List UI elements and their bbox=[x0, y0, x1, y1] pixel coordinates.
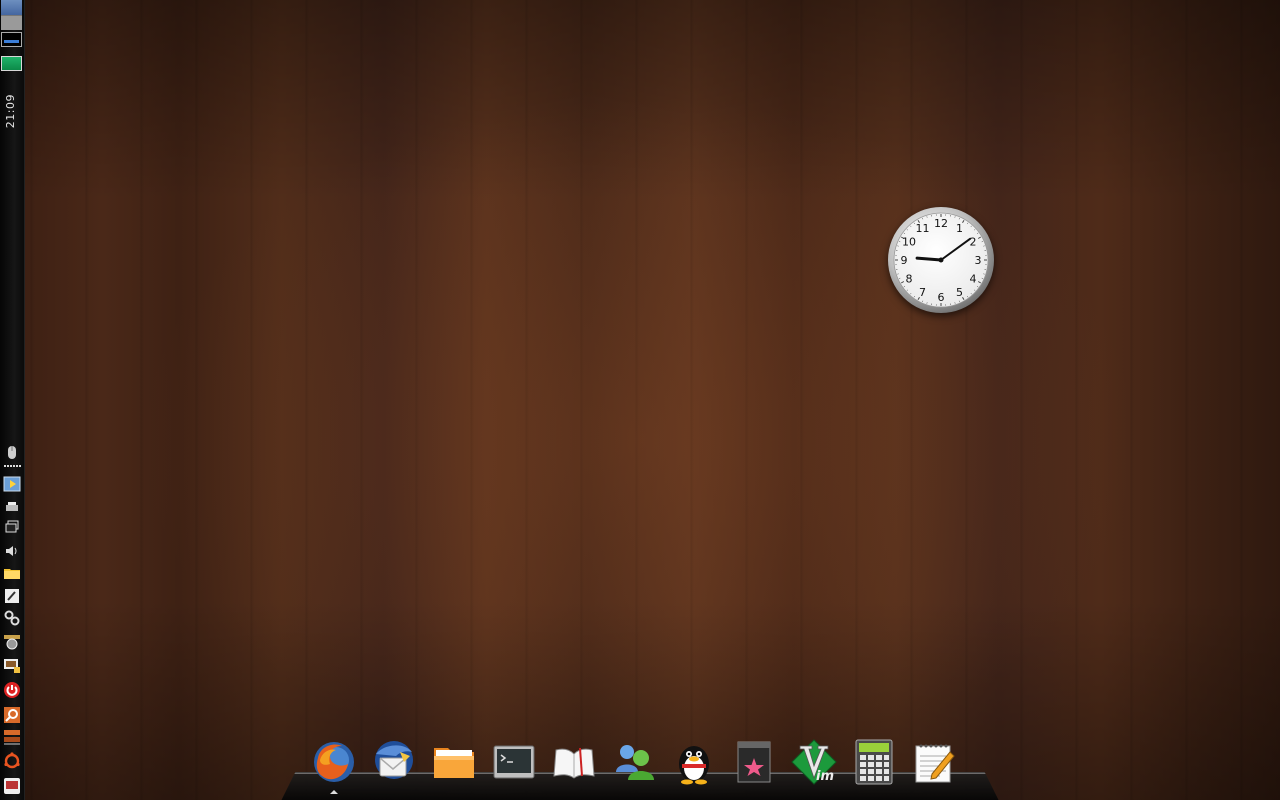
clock-numeral: 2 bbox=[970, 236, 977, 249]
notepad-icon bbox=[915, 744, 955, 783]
workspace-4[interactable] bbox=[1, 56, 22, 71]
dock-item-dictionary[interactable] bbox=[550, 738, 598, 790]
book-icon bbox=[553, 747, 595, 779]
firefox-icon bbox=[314, 742, 354, 782]
dock-item-vim[interactable]: im bbox=[790, 738, 838, 790]
gears-icon[interactable] bbox=[2, 609, 21, 627]
grip-dots-icon[interactable] bbox=[2, 462, 21, 472]
thunderbird-icon bbox=[375, 741, 413, 779]
clock-numeral: 10 bbox=[902, 236, 916, 249]
media-player-icon[interactable] bbox=[2, 475, 21, 493]
clock-numeral: 1 bbox=[956, 222, 963, 235]
clock-numeral: 4 bbox=[970, 273, 977, 286]
contacts-icon bbox=[616, 745, 654, 780]
search-icon[interactable] bbox=[2, 706, 21, 724]
workspace-3[interactable] bbox=[1, 32, 22, 47]
dock: im bbox=[310, 738, 958, 794]
clock-numeral: 11 bbox=[916, 222, 930, 235]
show-desktop-icon[interactable] bbox=[2, 777, 21, 795]
display-lock-icon[interactable] bbox=[2, 657, 21, 675]
running-indicator bbox=[330, 790, 338, 794]
folder-icon bbox=[434, 748, 474, 778]
clock-numeral: 6 bbox=[938, 291, 945, 304]
vim-icon: im bbox=[791, 739, 837, 785]
system-settings-icon[interactable] bbox=[2, 633, 21, 651]
settings-tool-icon[interactable] bbox=[2, 587, 21, 605]
mouse-icon[interactable] bbox=[2, 444, 21, 462]
dock-item-files[interactable] bbox=[430, 738, 478, 790]
panel-clock[interactable]: 21:09 bbox=[4, 94, 17, 128]
desktop: 21:09 12 1 2 3 4 5 6 7 8 9 10 11 im bbox=[0, 0, 1280, 800]
dock-item-media[interactable] bbox=[730, 738, 778, 790]
dock-item-thunderbird[interactable] bbox=[370, 738, 418, 790]
star-media-icon bbox=[737, 741, 771, 783]
clock-numeral: 5 bbox=[956, 286, 963, 299]
ubuntu-logo-icon[interactable] bbox=[2, 752, 21, 770]
clock-numeral: 9 bbox=[901, 254, 908, 267]
speaker-icon[interactable] bbox=[2, 542, 21, 560]
analog-clock-widget[interactable]: 12 1 2 3 4 5 6 7 8 9 10 11 bbox=[886, 205, 996, 315]
clock-numeral: 3 bbox=[975, 254, 982, 267]
dock-item-qq[interactable] bbox=[670, 738, 718, 790]
clock-numeral: 8 bbox=[906, 273, 913, 286]
dock-item-firefox[interactable] bbox=[310, 738, 358, 794]
calculator-icon bbox=[855, 739, 893, 785]
dock-item-messenger[interactable] bbox=[610, 738, 658, 790]
dock-item-text-editor[interactable] bbox=[910, 738, 958, 790]
terminal-icon bbox=[493, 745, 535, 779]
workspace-2[interactable] bbox=[1, 15, 22, 30]
folder-icon[interactable] bbox=[2, 564, 21, 582]
dock-item-terminal[interactable] bbox=[490, 738, 538, 790]
side-panel: 21:09 bbox=[0, 0, 25, 800]
power-icon[interactable] bbox=[2, 681, 21, 699]
window-switch-icon[interactable] bbox=[2, 518, 21, 536]
stacked-windows-icon[interactable] bbox=[2, 728, 21, 746]
hour-hand bbox=[915, 256, 943, 262]
clock-numeral: 7 bbox=[919, 286, 926, 299]
svg-text:im: im bbox=[816, 769, 834, 784]
dock-item-calculator[interactable] bbox=[850, 738, 898, 790]
workspace-1[interactable] bbox=[1, 0, 22, 15]
penguin-icon bbox=[679, 746, 709, 785]
clock-numeral: 12 bbox=[934, 217, 948, 230]
printer-icon[interactable] bbox=[2, 498, 21, 516]
